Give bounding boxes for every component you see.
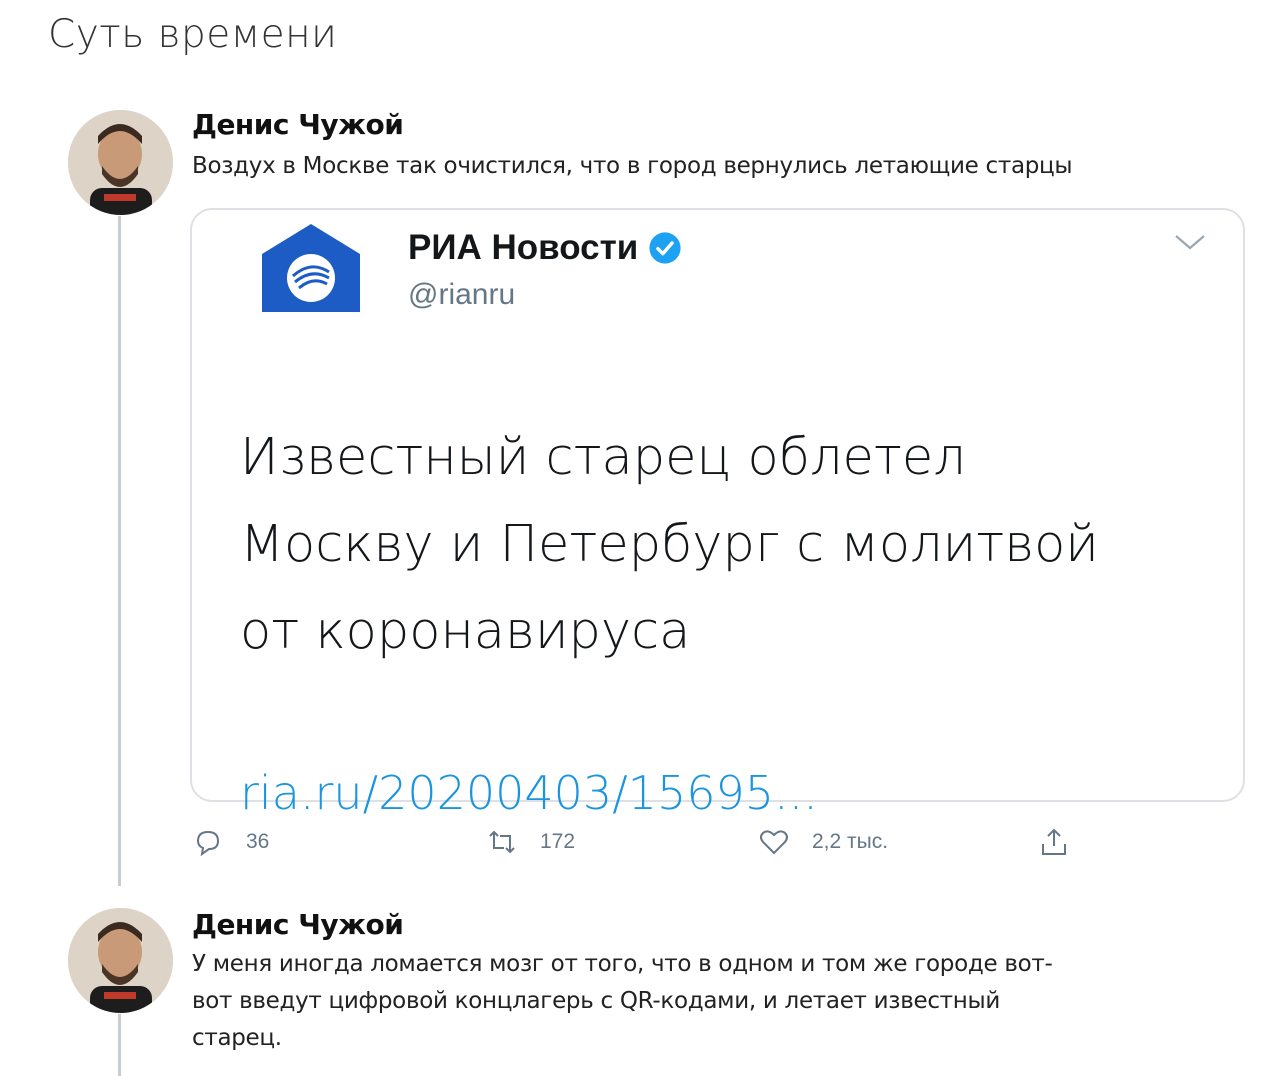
retweet-count: 172 xyxy=(540,830,576,853)
retweet-icon xyxy=(489,830,515,854)
tweet-author[interactable]: Денис Чужой xyxy=(192,108,404,141)
share-icon xyxy=(1042,828,1066,855)
verified-icon xyxy=(649,232,681,264)
tweet-text: У меня иногда ломается мозг от того, что… xyxy=(192,946,1053,1057)
tweet[interactable]: Денис Чужой Воздух в Москве так очистилс… xyxy=(0,104,1280,886)
tweet-text-line: вот введут цифровой концлагерь с QR-кода… xyxy=(192,988,1001,1014)
avatar-image xyxy=(68,908,173,1013)
tweet-author[interactable]: Денис Чужой xyxy=(192,908,404,941)
quoted-body-line: Москву и Петербург с молитвой xyxy=(240,515,1099,574)
quoted-body-line: от коронавируса xyxy=(240,602,691,661)
tweet[interactable]: Денис Чужой У меня иногда ломается мозг … xyxy=(0,904,1280,1076)
quoted-tweet-card[interactable]: РИА Новости @rianru Известный старец обл… xyxy=(190,208,1245,820)
tweet-text-line: старец. xyxy=(192,1025,282,1051)
page-title: Суть времени xyxy=(48,12,338,57)
quoted-link[interactable]: ria.ru/20200403/15695... xyxy=(240,766,818,820)
chevron-down-icon[interactable] xyxy=(1173,232,1207,252)
quoted-handle[interactable]: @rianru xyxy=(408,278,515,312)
quoted-author[interactable]: РИА Новости xyxy=(408,228,682,268)
like-icon xyxy=(760,830,788,855)
avatar[interactable] xyxy=(68,908,173,1013)
thread-line xyxy=(118,1014,121,1076)
share-button[interactable] xyxy=(1038,826,1070,858)
quoted-author-name: РИА Новости xyxy=(408,228,639,267)
quoted-body-line: Известный старец облетел xyxy=(240,428,966,487)
quoted-tweet-body: Известный старец облетел Москву и Петерб… xyxy=(240,414,1220,675)
reply-count: 36 xyxy=(246,830,270,853)
tweet-text-line: У меня иногда ломается мозг от того, что… xyxy=(192,951,1053,977)
like-button[interactable]: 2,2 тыс. xyxy=(758,826,888,858)
retweet-button[interactable]: 172 xyxy=(486,826,575,858)
avatar-image xyxy=(68,110,173,215)
reply-icon xyxy=(196,830,220,857)
like-count: 2,2 тыс. xyxy=(812,830,889,853)
ria-logo-icon[interactable] xyxy=(258,220,364,316)
tweet-actions: 36 172 2,2 тыс. xyxy=(0,826,1280,866)
reply-button[interactable]: 36 xyxy=(192,826,269,858)
tweet-text: Воздух в Москве так очистился, что в гор… xyxy=(192,153,1073,179)
thread-line xyxy=(118,216,121,886)
avatar[interactable] xyxy=(68,110,173,215)
